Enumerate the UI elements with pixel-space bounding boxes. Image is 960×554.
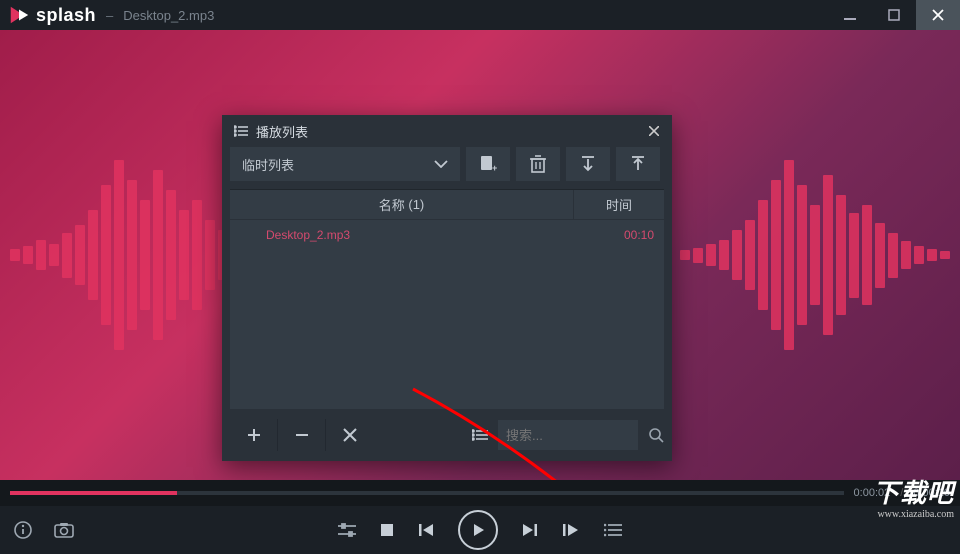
playlist-popup: 播放列表 临时列表 + 名称 (1) <box>222 115 672 461</box>
stop-button[interactable] <box>380 523 394 537</box>
camera-icon <box>54 522 74 538</box>
center-controls <box>338 510 622 550</box>
search-input[interactable] <box>498 420 638 450</box>
play-icon <box>470 522 486 538</box>
play-button[interactable] <box>458 510 498 550</box>
watermark-text: 下载吧 <box>873 480 954 509</box>
playlist-search <box>472 420 664 450</box>
stop-icon <box>380 523 394 537</box>
plus-icon <box>246 427 262 443</box>
info-icon <box>14 521 32 539</box>
progress-bar-area: 0:00:02 / 0:00:10 <box>0 480 960 506</box>
window-buttons <box>828 0 960 30</box>
close-button[interactable] <box>916 0 960 30</box>
title-bar: splash – Desktop_2.mp3 <box>0 0 960 30</box>
playlist-header: 播放列表 <box>222 115 672 147</box>
list-icon <box>234 125 248 137</box>
skip-next-icon <box>522 523 538 537</box>
seek-track[interactable] <box>10 491 844 495</box>
playlist-close-button[interactable] <box>642 119 666 143</box>
skip-previous-icon <box>418 523 434 537</box>
column-name[interactable]: 名称 (1) <box>230 190 574 219</box>
app-logo: splash <box>8 4 96 26</box>
snapshot-button[interactable] <box>54 522 74 538</box>
frame-step-button[interactable] <box>562 523 580 537</box>
title-separator: – <box>106 8 113 23</box>
splash-logo-icon <box>8 4 30 26</box>
playlist-item-time: 00:10 <box>574 228 654 242</box>
app-name: splash <box>36 5 96 26</box>
minimize-button[interactable] <box>828 0 872 30</box>
seek-progress <box>10 491 177 495</box>
previous-button[interactable] <box>418 523 434 537</box>
settings-button[interactable] <box>338 523 356 537</box>
arrow-down-bar-icon <box>580 155 596 173</box>
column-time[interactable]: 时间 <box>574 190 664 219</box>
info-button[interactable] <box>14 521 32 539</box>
add-file-button[interactable]: + <box>466 147 510 181</box>
watermark-url: www.xiazaiba.com <box>873 509 954 520</box>
playlist-toolbar: 临时列表 + <box>222 147 672 189</box>
video-stage[interactable]: /*placeholder*/ 播放列表 临时列表 + <box>0 30 960 480</box>
x-icon <box>343 428 357 442</box>
playlist-dropdown[interactable]: 临时列表 <box>230 147 460 181</box>
control-bar: 下载吧 www.xiazaiba.com <box>0 506 960 554</box>
sliders-icon <box>338 523 356 537</box>
clear-button[interactable] <box>326 419 374 451</box>
move-up-button[interactable] <box>616 147 660 181</box>
playlist-toggle-button[interactable] <box>604 523 622 537</box>
trash-icon <box>530 155 546 173</box>
waveform-visual-right <box>680 160 950 350</box>
delete-button[interactable] <box>516 147 560 181</box>
list-icon[interactable] <box>472 429 488 441</box>
frame-step-icon <box>562 523 580 537</box>
maximize-button[interactable] <box>872 0 916 30</box>
add-button[interactable] <box>230 419 278 451</box>
remove-button[interactable] <box>278 419 326 451</box>
playlist-dropdown-label: 临时列表 <box>242 155 294 174</box>
playlist-item-name: Desktop_2.mp3 <box>240 228 574 242</box>
svg-text:+: + <box>492 163 497 173</box>
search-icon[interactable] <box>648 427 664 443</box>
next-button[interactable] <box>522 523 538 537</box>
playlist-title: 播放列表 <box>256 122 308 141</box>
playlist-body[interactable]: Desktop_2.mp3 00:10 <box>230 219 664 409</box>
watermark: 下载吧 www.xiazaiba.com <box>873 480 954 520</box>
chevron-down-icon <box>434 160 448 168</box>
arrow-up-bar-icon <box>630 155 646 173</box>
minus-icon <box>294 427 310 443</box>
playlist-icon <box>604 523 622 537</box>
playlist-footer <box>222 409 672 461</box>
current-file-name: Desktop_2.mp3 <box>123 8 214 23</box>
playlist-table-header: 名称 (1) 时间 <box>230 189 664 219</box>
playlist-item[interactable]: Desktop_2.mp3 00:10 <box>230 220 664 250</box>
file-add-icon: + <box>479 155 497 173</box>
move-down-button[interactable] <box>566 147 610 181</box>
